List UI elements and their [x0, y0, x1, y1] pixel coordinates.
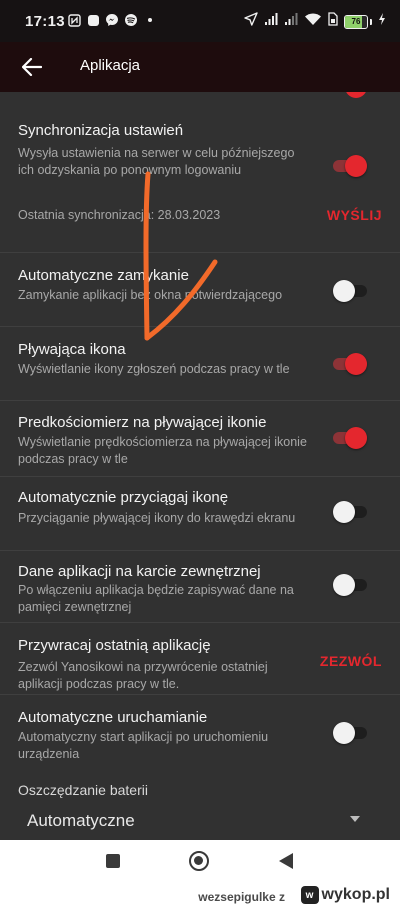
- setting-title: Predkościomierz na pływającej ikonie: [18, 414, 267, 431]
- setting-auto-close[interactable]: Automatyczne zamykanie Zamykanie aplikac…: [0, 252, 400, 326]
- battery-saving-value: Automatyczne: [27, 811, 135, 830]
- recents-button[interactable]: [106, 854, 120, 868]
- system-nav-bar: [0, 840, 400, 885]
- setting-title: Automatyczne uruchamianie: [18, 709, 208, 726]
- floating-icon-toggle[interactable]: [333, 352, 367, 376]
- signal-icon: [264, 12, 278, 31]
- setting-subtitle: Wyświetlanie prędkościomierza na pływają…: [18, 435, 307, 466]
- setting-subtitle: Wyświetlanie ikony zgłoszeń podczas prac…: [18, 362, 290, 376]
- watermark-footer: wezsepigulke z w wykop.pl: [0, 885, 400, 908]
- status-left-icons: [67, 13, 157, 27]
- auto-close-toggle[interactable]: [333, 279, 367, 303]
- wykop-logo: w wykop.pl: [300, 886, 390, 904]
- status-bar: 17:13 76: [0, 0, 400, 42]
- dot-icon: [143, 13, 157, 27]
- sim-icon: [328, 12, 338, 31]
- back-button[interactable]: [16, 51, 48, 83]
- page-title: Aplikacja: [80, 57, 141, 74]
- sync-toggle[interactable]: [333, 154, 367, 178]
- setting-speedometer[interactable]: Predkościomierz na pływającej ikonie Wyś…: [0, 400, 400, 476]
- previous-toggle-partial[interactable]: [345, 92, 367, 98]
- battery-percent: 76: [351, 16, 361, 26]
- setting-subtitle: Przyciąganie pływającej ikony do krawędz…: [18, 511, 296, 525]
- setting-title: Synchronizacja ustawień: [18, 122, 184, 139]
- send-button[interactable]: WYŚLIJ: [327, 207, 382, 223]
- last-sync-info: Ostatnia synchronizacja: 28.03.2023: [18, 208, 221, 222]
- settings-list[interactable]: Synchronizacja ustawień Wysyła ustawieni…: [0, 92, 400, 840]
- setting-title: Pływająca ikona: [18, 341, 126, 358]
- app-bar: Aplikacja: [0, 42, 400, 92]
- status-time: 17:13: [25, 13, 65, 30]
- allow-button[interactable]: ZEZWÓL: [320, 653, 382, 669]
- wifi-icon: [304, 12, 322, 31]
- watermark-brand: wykop.pl: [321, 886, 390, 903]
- arrow-left-icon: [22, 58, 42, 76]
- setting-subtitle: Po włączeniu aplikacja będzie zapisywać …: [18, 583, 294, 614]
- setting-subtitle: Zamykanie aplikacji bez okna potwierdzaj…: [18, 288, 283, 302]
- setting-floating-icon[interactable]: Pływająca ikona Wyświetlanie ikony zgłos…: [0, 326, 400, 400]
- chevron-down-icon: [350, 816, 360, 822]
- setting-subtitle: Zezwól Yanosikowi na przywrócenie ostatn…: [18, 660, 268, 691]
- charging-icon: [378, 12, 386, 31]
- notification-square-icon: [86, 13, 100, 27]
- battery-icon: 76: [344, 14, 372, 29]
- watermark-username: wezsepigulke z: [198, 890, 285, 904]
- external-storage-toggle[interactable]: [333, 573, 367, 597]
- messenger-icon: [105, 13, 119, 27]
- setting-restore-last-app[interactable]: Przywracaj ostatnią aplikację Zezwól Yan…: [0, 622, 400, 704]
- nfc-icon: [67, 13, 81, 27]
- setting-title: Dane aplikacji na karcie zewnętrznej: [18, 563, 261, 580]
- setting-title: Przywracaj ostatnią aplikację: [18, 637, 211, 654]
- snap-icon-toggle[interactable]: [333, 500, 367, 524]
- setting-title: Automatyczne zamykanie: [18, 267, 189, 284]
- setting-snap-icon[interactable]: Automatycznie przyciągaj ikonę Przyciąga…: [0, 476, 400, 550]
- home-button[interactable]: [189, 851, 209, 871]
- setting-subtitle: Wysyła ustawienia na serwer w celu późni…: [18, 146, 295, 177]
- location-arrow-icon: [244, 12, 258, 31]
- auto-start-toggle[interactable]: [333, 721, 367, 745]
- setting-external-storage[interactable]: Dane aplikacji na karcie zewnętrznej Po …: [0, 550, 400, 622]
- wykop-logo-icon: w: [300, 886, 319, 904]
- status-right-icons: 76: [244, 12, 386, 31]
- setting-title: Automatycznie przyciągaj ikonę: [18, 489, 229, 506]
- system-back-button[interactable]: [279, 853, 293, 869]
- setting-auto-start[interactable]: Automatyczne uruchamianie Automatyczny s…: [0, 694, 400, 772]
- spotify-icon: [124, 13, 138, 27]
- speedometer-toggle[interactable]: [333, 426, 367, 450]
- setting-subtitle: Automatyczny start aplikacji po uruchomi…: [18, 730, 269, 761]
- signal-icon-2: [284, 12, 298, 31]
- battery-saving-label: Oszczędzanie baterii: [18, 782, 148, 798]
- battery-saving-select[interactable]: Automatyczne: [0, 802, 400, 840]
